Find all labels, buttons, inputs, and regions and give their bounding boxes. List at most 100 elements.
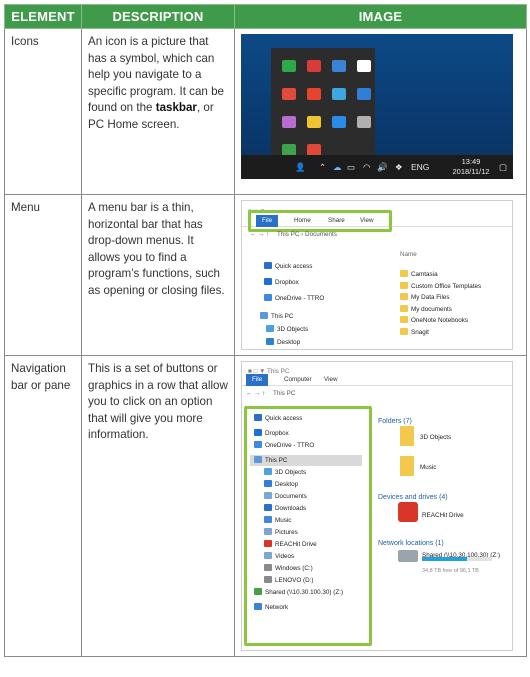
file-name: Camtasia	[411, 271, 438, 278]
nav-item-label: Network	[265, 604, 289, 611]
address-bar[interactable]: ← → ↑ This PC › Documents	[242, 230, 512, 240]
nav-item-label: Windows (C:)	[275, 565, 313, 572]
nav-item[interactable]: Music	[264, 515, 291, 526]
file-row[interactable]: My Data Files	[400, 292, 450, 303]
forward-arrow-icon[interactable]: →	[254, 390, 260, 397]
nav-item[interactable]: Dropbox	[264, 277, 299, 288]
tray-app-icon[interactable]	[332, 88, 346, 100]
file-name: OneNote Notebooks	[411, 317, 469, 324]
file-row[interactable]: Custom Office Templates	[400, 281, 481, 292]
nav-item-label: 3D Objects	[275, 469, 307, 476]
nav-item[interactable]: Videos	[264, 551, 294, 562]
device-item[interactable]: REACHit Drive	[422, 508, 464, 525]
onedrive-icon[interactable]: ☁	[333, 155, 342, 179]
description-text: This is a set of buttons or graphics in …	[88, 362, 228, 441]
folder-item[interactable]: 3D Objects	[420, 430, 451, 447]
dropbox-icon[interactable]: ❖	[395, 155, 403, 179]
nav-item-label: OneDrive - TTRO	[275, 295, 325, 302]
tab-view[interactable]: View	[318, 374, 344, 386]
nav-item[interactable]: Desktop	[264, 479, 298, 490]
nav-item[interactable]: This PC	[250, 455, 362, 466]
folder-icon	[400, 270, 408, 277]
folder-item[interactable]: Music	[420, 460, 436, 477]
nav-item-label: Desktop	[275, 481, 299, 488]
description-cell: A menu bar is a thin, horizontal bar tha…	[81, 194, 235, 356]
nav-item[interactable]: Quick access	[264, 261, 312, 272]
nav-item-label: Documents	[275, 493, 307, 500]
nav-item[interactable]: Dropbox	[254, 428, 289, 439]
clock[interactable]: 13:49 2018/11/12	[447, 157, 495, 177]
nav-item[interactable]: Downloads	[264, 503, 306, 514]
file-row[interactable]: Camtasia	[400, 269, 438, 280]
tray-app-icon[interactable]	[282, 60, 296, 72]
tray-app-icon[interactable]	[357, 60, 371, 72]
tray-app-icon[interactable]	[357, 88, 371, 100]
tray-app-icon[interactable]	[332, 60, 346, 72]
tray-app-icon[interactable]	[282, 116, 296, 128]
column-header-name[interactable]: Name	[400, 247, 417, 264]
nav-item[interactable]: Network	[254, 602, 288, 613]
nav-item[interactable]: OneDrive - TTRO	[254, 440, 314, 451]
file-row[interactable]: My documents	[400, 304, 452, 315]
breadcrumb-item[interactable]: Documents	[305, 231, 337, 238]
tray-app-icon[interactable]	[307, 88, 321, 100]
nav-item-label: Music	[275, 517, 292, 524]
tab-file[interactable]: File	[246, 374, 269, 386]
back-arrow-icon[interactable]: ←	[250, 231, 256, 238]
folder-icon	[400, 281, 408, 289]
folder-icon	[264, 262, 272, 269]
nav-item[interactable]: This PC	[260, 311, 293, 322]
element-cell: Menu	[4, 194, 82, 356]
language-indicator[interactable]: ENG	[411, 155, 429, 179]
nav-item[interactable]: LENOVO (D:)	[264, 575, 314, 586]
folder-icon	[266, 338, 274, 345]
people-icon[interactable]: 👤	[295, 155, 306, 179]
folder-icon	[264, 480, 272, 487]
storage-bar	[422, 557, 492, 561]
nav-item-label: OneDrive - TTRO	[265, 442, 315, 449]
chevron-up-icon[interactable]: ⌃	[319, 155, 326, 179]
breadcrumb-item[interactable]: This PC	[277, 231, 299, 238]
nav-item[interactable]: REACHit Drive	[264, 539, 317, 550]
tray-app-icon[interactable]	[307, 116, 321, 128]
folder-icon	[264, 564, 272, 571]
wifi-icon[interactable]: ◠	[363, 155, 370, 179]
nav-item[interactable]: Windows (C:)	[264, 563, 313, 574]
breadcrumb-item[interactable]: This PC	[273, 390, 295, 397]
storage-bar-fill	[422, 557, 467, 561]
volume-icon[interactable]: 🔊	[377, 155, 388, 179]
nav-item-label: Downloads	[275, 505, 307, 512]
nav-item[interactable]: Shared (\\10.30.100.30) (Z:)	[254, 587, 343, 598]
forward-arrow-icon[interactable]: →	[258, 231, 264, 238]
tab-computer[interactable]: Computer	[278, 374, 318, 386]
up-arrow-icon[interactable]: ↑	[266, 231, 269, 238]
battery-icon[interactable]: ▭	[347, 155, 355, 179]
file-row[interactable]: OneNote Notebooks	[400, 315, 468, 326]
tray-app-icon[interactable]	[357, 116, 371, 128]
nav-item[interactable]: Desktop	[266, 337, 300, 348]
element-cell: Icons	[4, 28, 82, 195]
nav-item[interactable]: Quick access	[254, 413, 302, 424]
up-arrow-icon[interactable]: ↑	[262, 390, 265, 397]
tray-app-icon[interactable]	[332, 116, 346, 128]
description-text: A menu bar is a thin, horizontal bar tha…	[88, 201, 225, 297]
nav-item-label: Quick access	[265, 415, 303, 422]
address-bar[interactable]: ← → ↑ This PC	[242, 389, 512, 399]
nav-item[interactable]: 3D Objects	[266, 324, 308, 335]
table-row: Icons An icon is a picture that has a sy…	[4, 28, 527, 195]
tray-app-icon[interactable]	[282, 88, 296, 100]
nav-item[interactable]: 3D Objects	[264, 467, 306, 478]
image-cell: ■ □ ▼ File Home Share View ← → ↑ This PC…	[234, 194, 527, 356]
description-cell: An icon is a picture that has a symbol, …	[81, 28, 235, 195]
folder-icon	[264, 294, 272, 301]
folder-icon	[264, 576, 272, 583]
file-row[interactable]: Snagit	[400, 327, 429, 338]
back-arrow-icon[interactable]: ←	[246, 390, 252, 397]
nav-item[interactable]: Documents	[264, 491, 307, 502]
notification-icon[interactable]: ▢	[499, 155, 507, 179]
nav-item-label: Dropbox	[265, 430, 289, 437]
nav-item[interactable]: Pictures	[264, 527, 298, 538]
nav-item[interactable]: OneDrive - TTRO	[264, 293, 324, 304]
folder-icon	[260, 312, 268, 319]
tray-app-icon[interactable]	[307, 60, 321, 72]
